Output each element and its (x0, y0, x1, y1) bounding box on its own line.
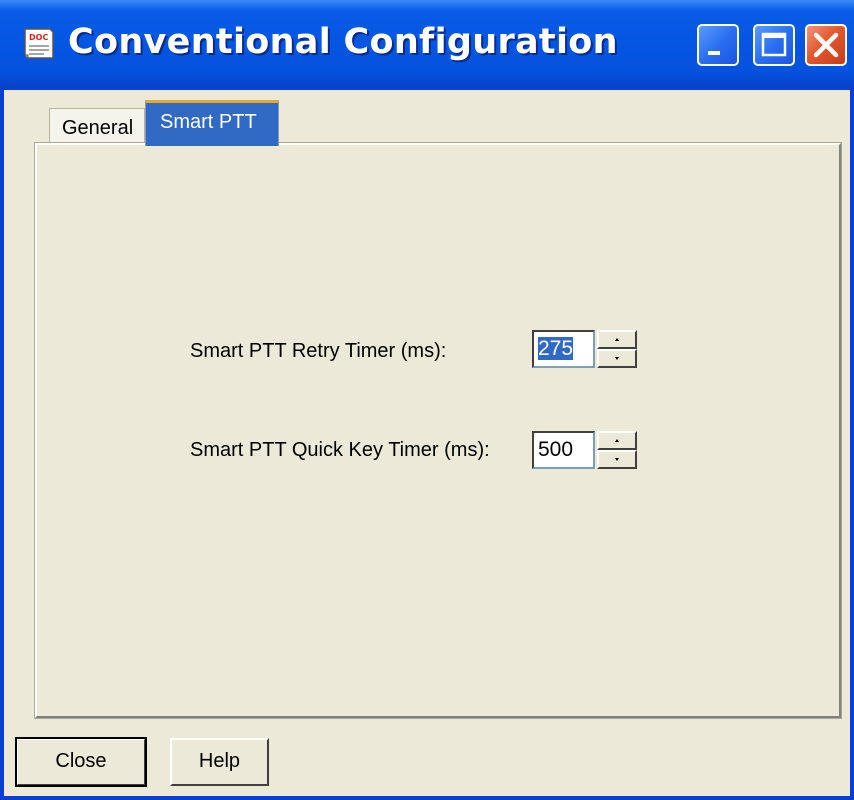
retry-timer-stepper[interactable] (597, 330, 637, 368)
help-button[interactable]: Help (170, 738, 269, 786)
maximize-button[interactable] (753, 24, 795, 66)
tab-smart-ptt[interactable]: Smart PTT (145, 100, 279, 146)
retry-timer-label: Smart PTT Retry Timer (ms): (190, 340, 447, 362)
retry-timer-input[interactable]: 275 (532, 330, 595, 368)
close-icon (813, 32, 839, 58)
tab-general[interactable]: General (49, 108, 145, 146)
title-bar[interactable]: DOC Conventional Configuration (0, 0, 854, 90)
arrow-down-icon (615, 357, 619, 360)
doc-icon: DOC (24, 28, 54, 59)
conventional-configuration-window: DOC Conventional Configuration General S… (0, 0, 854, 800)
close-window-button[interactable] (805, 24, 847, 66)
minimize-button[interactable] (697, 24, 739, 66)
arrow-down-icon (615, 458, 619, 461)
smart-ptt-panel (34, 142, 842, 719)
window-title: Conventional Configuration (68, 22, 618, 62)
tab-general-label: General (62, 117, 134, 139)
retry-timer-decrement-button[interactable] (597, 349, 637, 368)
window-bottom-border (4, 796, 854, 800)
quick-key-timer-increment-button[interactable] (597, 431, 637, 450)
arrow-up-icon (615, 338, 619, 341)
quick-key-timer-input[interactable]: 500 (532, 431, 595, 469)
svg-text:DOC: DOC (29, 33, 48, 42)
quick-key-timer-label: Smart PTT Quick Key Timer (ms): (190, 439, 490, 461)
quick-key-timer-value: 500 (538, 438, 574, 461)
maximize-icon (761, 32, 787, 57)
close-button[interactable]: Close (15, 737, 147, 787)
retry-timer-value: 275 (538, 337, 574, 360)
quick-key-timer-stepper[interactable] (597, 431, 637, 469)
retry-timer-increment-button[interactable] (597, 330, 637, 349)
arrow-up-icon (615, 439, 619, 442)
quick-key-timer-decrement-button[interactable] (597, 450, 637, 469)
minimize-icon (708, 51, 720, 55)
tab-smart-ptt-label: Smart PTT (160, 111, 257, 133)
